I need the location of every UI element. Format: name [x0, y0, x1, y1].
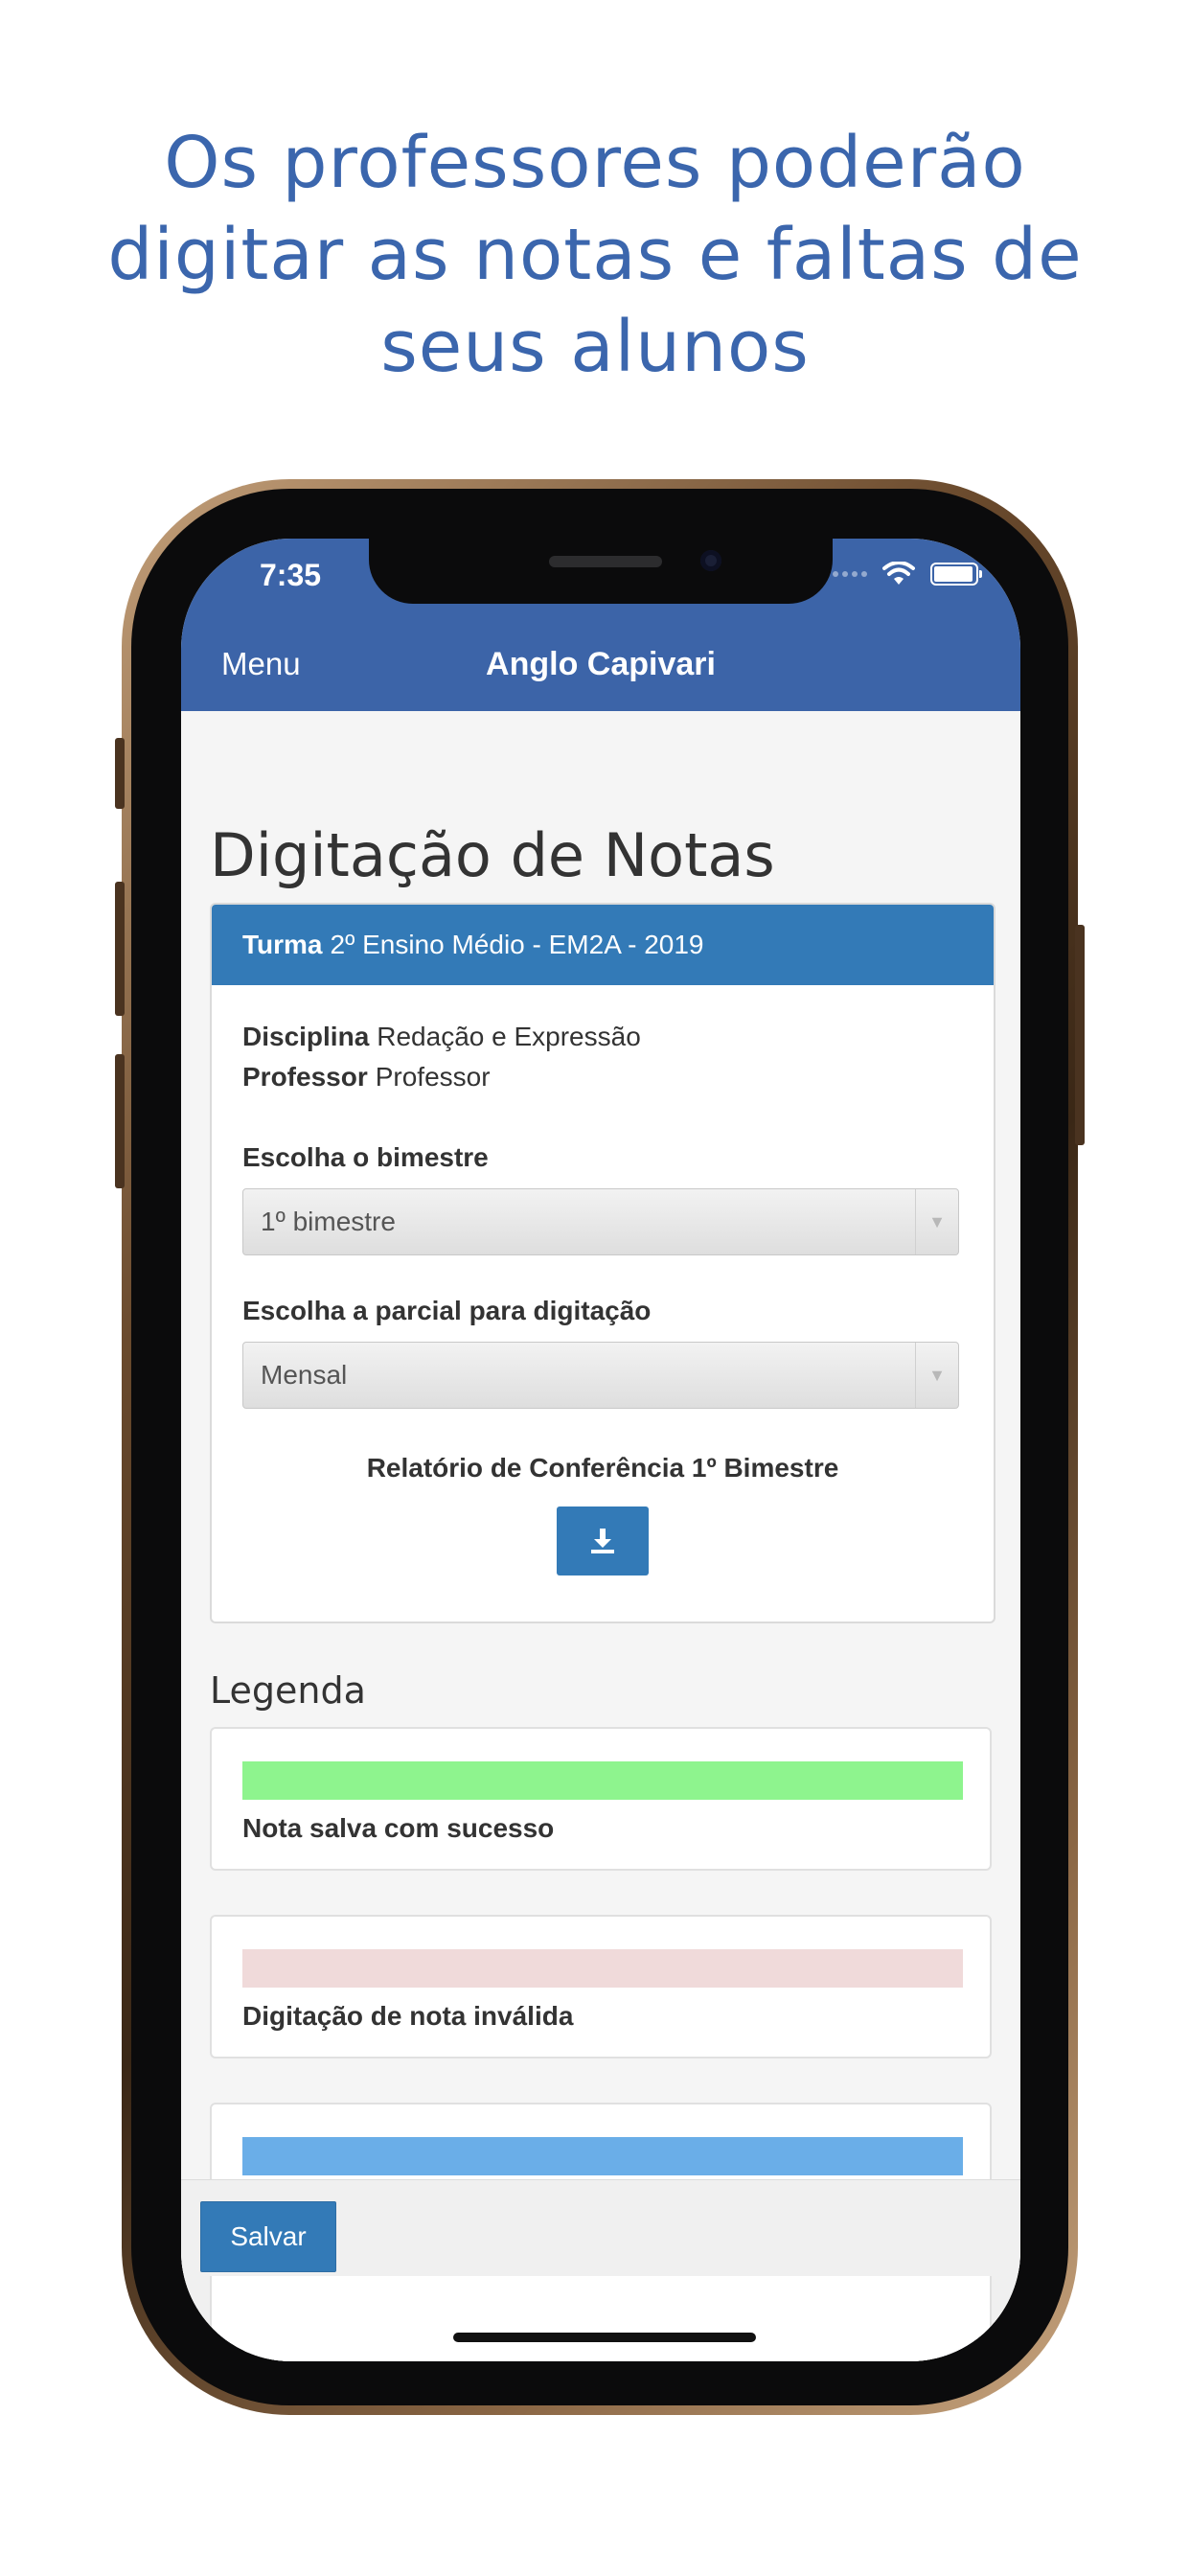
battery-icon: [930, 563, 982, 586]
legend-item: Digitação de nota inválida: [210, 1915, 992, 2058]
legend-item: Nota salva com sucesso: [210, 1727, 992, 1871]
parcial-label: Escolha a parcial para digitação: [242, 1296, 652, 1325]
speaker-grille: [549, 556, 662, 567]
front-camera: [700, 550, 721, 571]
app-title: Anglo Capivari: [486, 646, 716, 682]
disciplina-row: Disciplina Redação e Expressão: [242, 1022, 641, 1052]
legend-label: Digitação de nota inválida: [242, 2001, 574, 2031]
disciplina-label: Disciplina: [242, 1022, 370, 1051]
volume-up-button: [115, 882, 125, 1016]
status-icons: [833, 562, 982, 586]
turma-value: 2º Ensino Médio - EM2A - 2019: [330, 930, 704, 959]
chevron-down-icon: ▼: [915, 1343, 958, 1408]
headline-line-3: seus alunos: [380, 306, 810, 388]
chevron-down-icon: ▼: [915, 1189, 958, 1254]
legend-swatch-success: [242, 1761, 963, 1800]
grade-entry-panel: Turma 2º Ensino Médio - EM2A - 2019 Disc…: [210, 903, 995, 1623]
legend-swatch-blue: [242, 2137, 963, 2175]
panel-heading: Turma 2º Ensino Médio - EM2A - 2019: [212, 905, 994, 985]
signal-dots-icon: [833, 571, 867, 577]
legend-label: Nota salva com sucesso: [242, 1813, 555, 1843]
main-content: Digitação de Notas Turma 2º Ensino Médio…: [181, 711, 1020, 2361]
legend-swatch-invalid: [242, 1949, 963, 1988]
page-title: Digitação de Notas: [210, 820, 775, 890]
footer-card: [210, 2276, 992, 2361]
disciplina-value: Redação e Expressão: [377, 1022, 641, 1051]
home-indicator[interactable]: [453, 2333, 756, 2342]
save-button[interactable]: Salvar: [200, 2201, 336, 2272]
turma-label: Turma: [242, 930, 323, 959]
legend-title: Legenda: [210, 1669, 366, 1712]
status-time: 7:35: [260, 558, 322, 592]
promo-headline: Os professores poderão digitar as notas …: [57, 117, 1133, 393]
professor-value: Professor: [375, 1062, 491, 1092]
bimestre-select[interactable]: 1º bimestre ▼: [242, 1188, 959, 1255]
professor-row: Professor Professor: [242, 1062, 491, 1092]
headline-line-1: Os professores poderão: [164, 122, 1026, 204]
parcial-select[interactable]: Mensal ▼: [242, 1342, 959, 1409]
headline-line-2: digitar as notas e faltas de: [107, 214, 1083, 296]
power-button: [1075, 925, 1085, 1145]
volume-down-button: [115, 1054, 125, 1188]
professor-label: Professor: [242, 1062, 368, 1092]
bimestre-label: Escolha o bimestre: [242, 1142, 489, 1172]
report-label: Relatório de Conferência 1º Bimestre: [366, 1453, 839, 1483]
phone-screen: 7:35 Menu Anglo Capivari Digitação de No…: [181, 539, 1020, 2361]
wifi-icon: [882, 562, 915, 585]
notch: [369, 539, 833, 604]
download-report-button[interactable]: [557, 1506, 649, 1576]
download-icon: [591, 1529, 614, 1553]
parcial-selected-value: Mensal: [261, 1360, 348, 1390]
mute-switch: [115, 738, 125, 809]
bimestre-selected-value: 1º bimestre: [261, 1207, 396, 1236]
